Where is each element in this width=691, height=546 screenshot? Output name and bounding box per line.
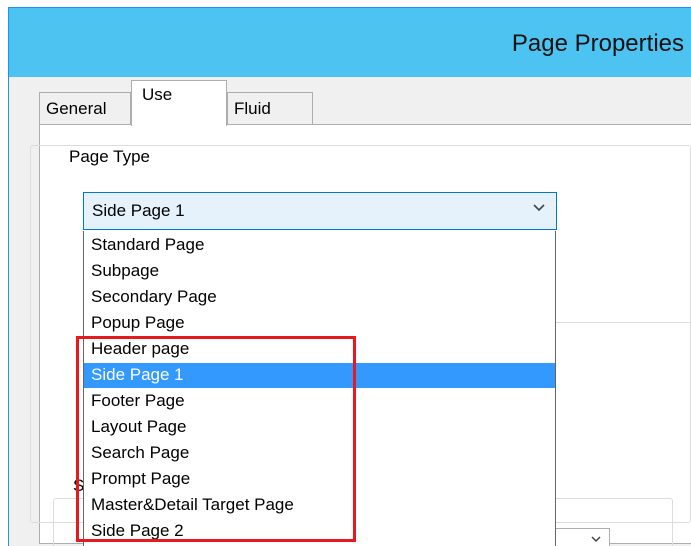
dropdown-option[interactable]: Popup Page (84, 311, 555, 336)
window-title: Page Properties (511, 30, 684, 57)
secondary-chevron-down-icon[interactable] (590, 532, 602, 546)
inner-group-line (556, 322, 691, 323)
dropdown-option[interactable]: Footer Page (84, 389, 555, 414)
dropdown-option[interactable]: Side Page 2 (84, 519, 555, 544)
dropdown-option-selected[interactable]: Side Page 1 (84, 363, 555, 388)
chevron-down-icon[interactable] (532, 201, 546, 217)
dropdown-option[interactable]: Layout Page (84, 415, 555, 440)
dropdown-option[interactable]: Standard Page (84, 233, 555, 258)
screenshot-frame: Page Properties General Use Fluid Page T… (0, 0, 691, 546)
page-type-legend: Page Type (65, 147, 154, 167)
page-type-dropdown-list[interactable]: Standard Page Subpage Secondary Page Pop… (83, 231, 556, 546)
dropdown-option[interactable]: Subpage (84, 259, 555, 284)
tab-use-label: Use (142, 85, 173, 104)
dropdown-option[interactable]: Header page (84, 337, 555, 362)
page-type-selected-value: Side Page 1 (92, 201, 185, 220)
title-bar[interactable]: Page Properties (9, 8, 691, 77)
page-type-select[interactable]: Side Page 1 (83, 192, 557, 230)
dropdown-option[interactable]: Secondary Page (84, 285, 555, 310)
tab-use[interactable]: Use (131, 80, 227, 126)
dropdown-option[interactable]: Search Page (84, 441, 555, 466)
dropdown-option[interactable]: Master&Detail Target Page (84, 493, 555, 518)
dropdown-option[interactable]: Prompt Page (84, 467, 555, 492)
